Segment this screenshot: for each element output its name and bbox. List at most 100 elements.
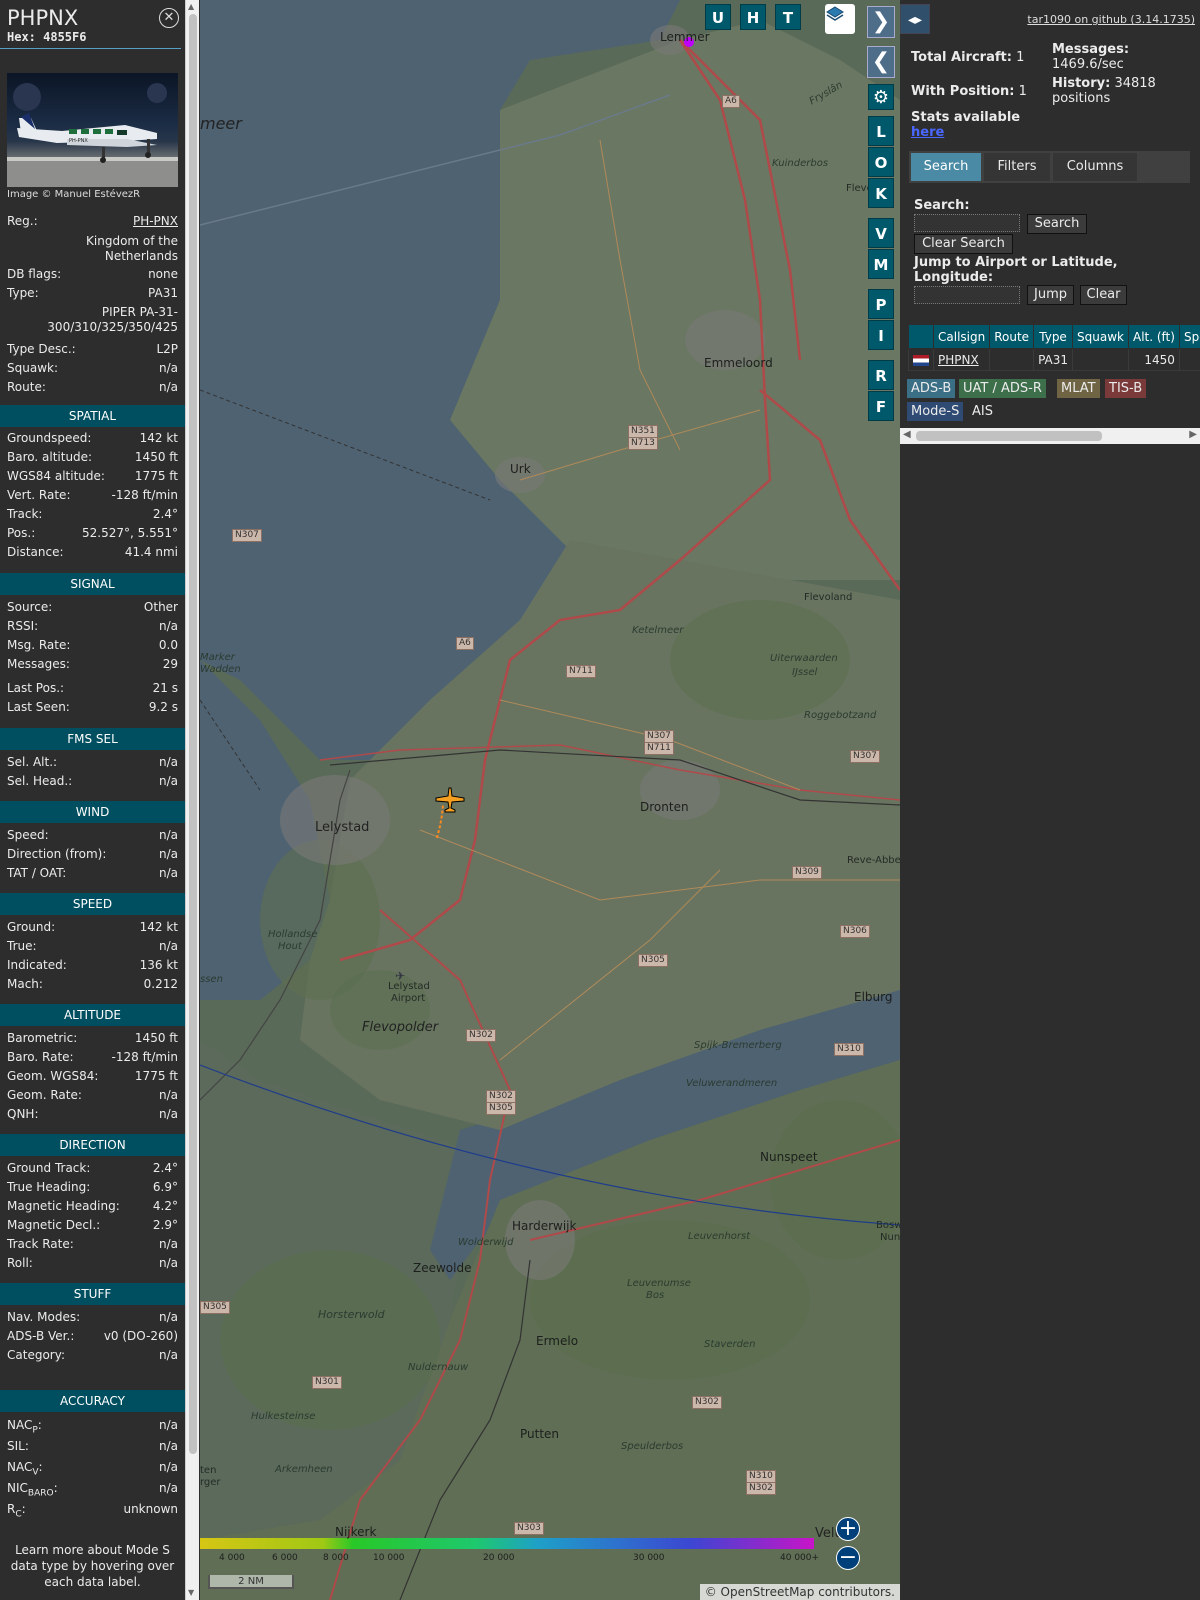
label-nun: Nun <box>880 1232 900 1243</box>
scrollbar-thumb[interactable] <box>916 431 1102 441</box>
tab-columns[interactable]: Columns <box>1053 153 1137 181</box>
col-altitude[interactable]: Alt. (ft) <box>1127 324 1180 349</box>
scrollbar-thumb[interactable] <box>189 14 197 1454</box>
accuracy-label-text: NAC <box>7 1418 33 1432</box>
cell-callsign[interactable]: PHPNX <box>932 348 991 371</box>
zoom-out-button[interactable]: − <box>836 1546 860 1570</box>
gear-icon: ⚙ <box>872 87 890 108</box>
toggle-l-button[interactable]: L <box>868 116 894 146</box>
toggle-r-button[interactable]: R <box>868 360 894 390</box>
clear-search-button[interactable]: Clear Search <box>914 234 1013 254</box>
aircraft-photo[interactable]: PH-PNX <box>7 73 178 187</box>
close-icon[interactable]: ✕ <box>159 8 179 28</box>
expand-sidebar-button[interactable]: ❯ <box>867 6 895 38</box>
direction-value: 2.9° <box>152 1218 178 1232</box>
altitude-value: 1775 ft <box>134 1069 178 1083</box>
col-squawk[interactable]: Squawk <box>1072 324 1129 349</box>
route-label: Route: <box>7 380 46 394</box>
github-link[interactable]: tar1090 on github (3.14.1735) <box>1027 13 1195 26</box>
direction-label: True Heading: <box>7 1180 90 1194</box>
direction-row: Roll: n/a <box>7 1256 178 1273</box>
reg-row: Reg.: PH-PNX <box>7 214 178 231</box>
route-row: Route: n/a <box>7 380 178 397</box>
direction-label-text: Magnetic Heading: <box>7 1199 120 1213</box>
spatial-label: Vert. Rate: <box>7 488 71 502</box>
table-row[interactable]: PHPNX PA31 1450 <box>908 348 1200 371</box>
info-panel-scrollbar[interactable]: ▲ ▼ <box>185 0 199 1600</box>
stats-link[interactable]: here <box>911 125 944 140</box>
toggle-sidebar-button[interactable]: ◂▸ <box>900 4 930 34</box>
collapse-sidebar-button[interactable]: ❮ <box>867 46 895 78</box>
signal-label-text: Last Pos.: <box>7 681 65 695</box>
jump-input[interactable] <box>914 286 1020 304</box>
tab-search[interactable]: Search <box>911 153 981 181</box>
dbflags-label: DB flags: <box>7 267 62 281</box>
search-button[interactable]: Search <box>1027 214 1087 234</box>
with-position-label: With Position: <box>911 84 1015 99</box>
section-fms-sel: FMS SEL <box>0 728 185 750</box>
signal-value: 21 s <box>152 681 178 695</box>
label-leuvenhorst: Leuvenhorst <box>688 1231 751 1242</box>
zoom-in-button[interactable]: + <box>836 1517 860 1541</box>
col-type[interactable]: Type <box>1033 324 1074 349</box>
signal-row: Msg. Rate: 0.0 <box>7 638 178 655</box>
altitude-label: QNH: <box>7 1107 39 1121</box>
messages-value: 1469.6/sec <box>1052 57 1124 72</box>
label-lelystad-airport: Lelystad <box>388 981 430 992</box>
settings-button[interactable]: ⚙ <box>868 84 894 110</box>
map-view[interactable]: ✈ Lemmer Emmeloord Urk Lelystad Dronten … <box>200 0 900 1600</box>
col-flag[interactable] <box>908 324 934 349</box>
speed-label: True: <box>7 939 37 953</box>
signal-value: Other <box>143 600 178 614</box>
spatial-label: WGS84 altitude: <box>7 469 105 483</box>
toggle-u-button[interactable]: U <box>705 4 731 30</box>
accuracy-label-text: NIC <box>7 1481 28 1495</box>
direction-value: 4.2° <box>152 1199 178 1213</box>
toggle-t-button[interactable]: T <box>775 4 801 30</box>
toggle-o-button[interactable]: O <box>868 147 894 177</box>
fms-label-text: Sel. Alt.: <box>7 755 58 769</box>
toggle-m-button[interactable]: M <box>868 249 894 279</box>
country-line-1: Kingdom of the <box>86 234 178 248</box>
toggle-v-button[interactable]: V <box>868 218 894 248</box>
jump-button[interactable]: Jump <box>1027 285 1074 305</box>
toggle-f-button[interactable]: F <box>868 391 894 421</box>
col-route[interactable]: Route <box>989 324 1035 349</box>
label-ssen: ssen <box>200 974 223 985</box>
direction-value: 2.4° <box>152 1161 178 1175</box>
toggle-k-button[interactable]: K <box>868 178 894 208</box>
scroll-right-icon[interactable]: ▶ <box>1189 429 1197 440</box>
road-shield: N302 <box>466 1029 496 1042</box>
stuff-label-text: Nav. Modes: <box>7 1310 81 1324</box>
spatial-label-text: Distance: <box>7 545 64 559</box>
col-speed[interactable]: Spd. <box>1178 324 1200 349</box>
fms-value: n/a <box>158 755 178 769</box>
section-direction: DIRECTION <box>0 1134 185 1156</box>
col-callsign[interactable]: Callsign <box>932 324 991 349</box>
search-input[interactable] <box>914 214 1020 232</box>
label-speulderbos: Speulderbos <box>621 1441 684 1452</box>
scroll-left-icon[interactable]: ◀ <box>903 429 911 440</box>
layers-button[interactable] <box>825 4 855 34</box>
toggle-i-button[interactable]: I <box>868 320 894 350</box>
scroll-up-icon[interactable]: ▲ <box>188 2 194 11</box>
scroll-down-icon[interactable]: ▼ <box>188 1588 194 1597</box>
accuracy-label: RC: <box>7 1502 26 1520</box>
toggle-p-button[interactable]: P <box>868 289 894 319</box>
wind-value: n/a <box>158 828 178 842</box>
signal-label: Last Seen: <box>7 700 70 714</box>
reg-link[interactable]: PH-PNX <box>133 214 178 228</box>
altitude-tick: 6 000 <box>272 1553 298 1563</box>
table-horizontal-scrollbar[interactable]: ◀ ▶ <box>900 428 1200 444</box>
clear-button[interactable]: Clear <box>1080 285 1127 305</box>
road-shield: N301 <box>312 1376 342 1389</box>
toggle-h-button[interactable]: H <box>740 4 766 30</box>
cell-squawk <box>1072 348 1129 371</box>
tab-filters[interactable]: Filters <box>984 153 1050 181</box>
type-label: Type: <box>7 286 39 300</box>
legend-uat: UAT / ADS-R <box>959 379 1046 398</box>
type-value: PA31 <box>148 286 178 300</box>
speed-label-text: Mach: <box>7 977 43 991</box>
map-attribution[interactable]: © OpenStreetMap contributors. <box>699 1584 900 1600</box>
direction-row: True Heading: 6.9° <box>7 1180 178 1197</box>
